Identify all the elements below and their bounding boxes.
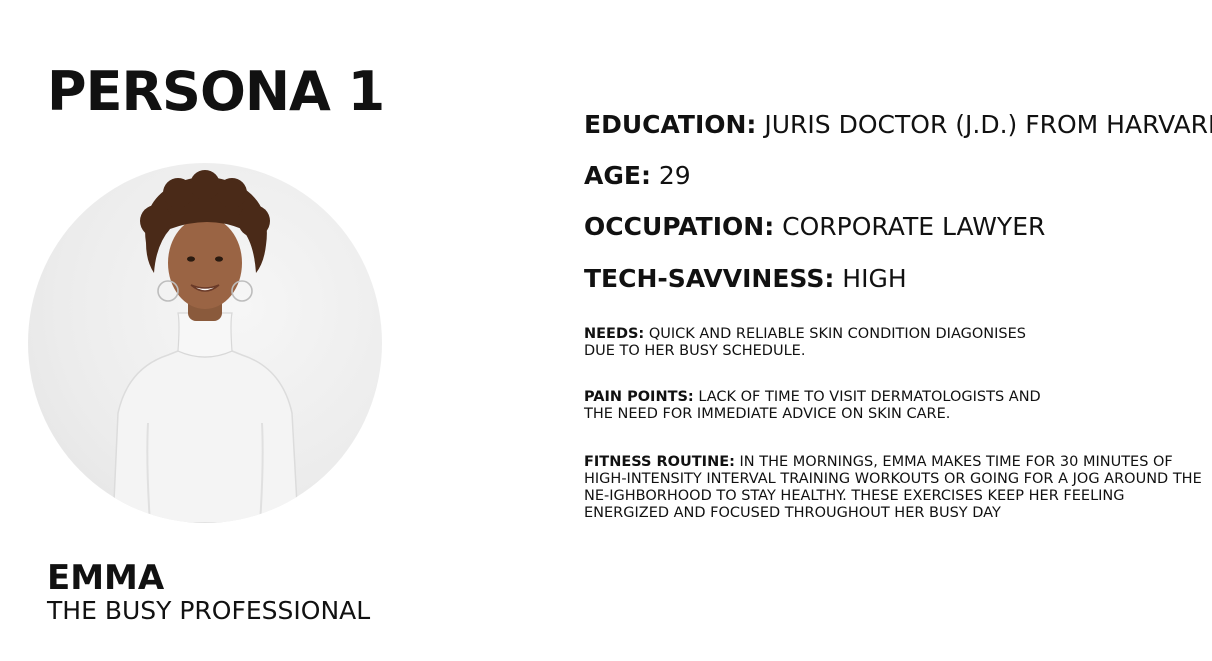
needs-text: QUICK AND RELIABLE SKIN CONDITION DIAGON… (584, 326, 1026, 359)
persona-tagline: THE BUSY PROFESSIONAL (47, 596, 371, 625)
education-value: JURIS DOCTOR (J.D.) FROM HARVARD (764, 110, 1212, 139)
persona-photo (28, 163, 382, 523)
page-title: PERSONA 1 (47, 60, 385, 123)
age-label: AGE: (584, 161, 651, 190)
education-label: EDUCATION: (584, 110, 757, 139)
tech-savviness-fact: TECH-SAVVINESS: HIGH (584, 264, 907, 294)
fitness-routine-label: FITNESS ROUTINE: (584, 454, 735, 470)
occupation-value: CORPORATE LAWYER (782, 212, 1046, 241)
age-value: 29 (658, 161, 691, 190)
occupation-fact: OCCUPATION: CORPORATE LAWYER (584, 212, 1045, 242)
age-fact: AGE: 29 (584, 161, 691, 191)
person-portrait-icon (112, 170, 299, 523)
occupation-label: OCCUPATION: (584, 212, 775, 241)
tech-savviness-label: TECH-SAVVINESS: (584, 264, 835, 293)
needs-label: NEEDS: (584, 326, 645, 342)
education-fact: EDUCATION: JURIS DOCTOR (J.D.) FROM HARV… (584, 110, 1212, 140)
fitness-routine-detail: FITNESS ROUTINE: IN THE MORNINGS, EMMA M… (584, 454, 1212, 522)
persona-name: EMMA (47, 558, 165, 598)
pain-points-label: PAIN POINTS: (584, 389, 694, 405)
tech-savviness-value: HIGH (842, 264, 907, 293)
needs-detail: NEEDS: QUICK AND RELIABLE SKIN CONDITION… (584, 326, 1054, 360)
pain-points-detail: PAIN POINTS: LACK OF TIME TO VISIT DERMA… (584, 389, 1074, 423)
